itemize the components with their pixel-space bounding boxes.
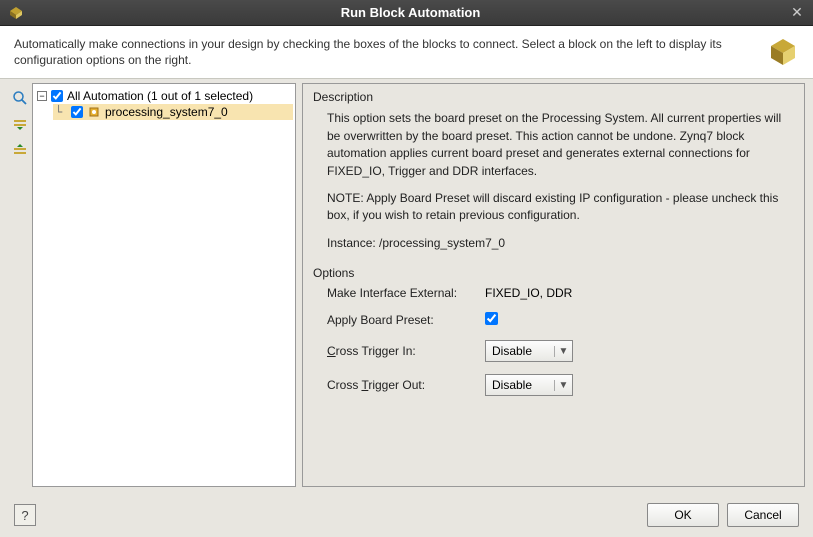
- titlebar-title: Run Block Automation: [32, 5, 789, 20]
- description-title: Description: [313, 90, 794, 104]
- cross-trigger-out-label: Cross Trigger Out:: [327, 378, 477, 392]
- options-grid: Make Interface External: FIXED_IO, DDR A…: [327, 286, 794, 396]
- search-icon[interactable]: [11, 89, 29, 107]
- tree-child-row[interactable]: └ processing_system7_0: [53, 104, 293, 120]
- button-bar: ? OK Cancel: [14, 503, 799, 527]
- ok-button[interactable]: OK: [647, 503, 719, 527]
- cross-trigger-in-dropdown[interactable]: Disable ▼: [485, 340, 573, 362]
- main-area: − All Automation (1 out of 1 selected) └…: [0, 79, 813, 491]
- options-title: Options: [313, 266, 794, 280]
- detail-panel: Description This option sets the board p…: [302, 83, 805, 487]
- chevron-down-icon: ▼: [554, 346, 572, 357]
- dialog-header-text: Automatically make connections in your d…: [14, 36, 755, 68]
- description-para2: NOTE: Apply Board Preset will discard ex…: [327, 190, 794, 225]
- app-icon: [8, 5, 24, 21]
- apply-board-preset-label: Apply Board Preset:: [327, 313, 477, 327]
- collapse-all-icon[interactable]: [11, 141, 29, 159]
- cross-trigger-out-value: Disable: [486, 378, 554, 392]
- automation-tree[interactable]: − All Automation (1 out of 1 selected) └…: [32, 83, 296, 487]
- tree-child-checkbox[interactable]: [71, 106, 83, 118]
- ip-block-icon: [87, 105, 101, 119]
- cross-trigger-out-dropdown[interactable]: Disable ▼: [485, 374, 573, 396]
- description-instance: Instance: /processing_system7_0: [327, 235, 794, 252]
- close-icon[interactable]: ✕: [789, 5, 805, 21]
- product-logo-icon: [767, 36, 799, 68]
- cross-trigger-in-label: Cross Trigger In:: [327, 344, 477, 358]
- tree-root-row[interactable]: − All Automation (1 out of 1 selected): [35, 88, 293, 104]
- tree-root-label: All Automation (1 out of 1 selected): [67, 89, 253, 103]
- tree-toggle-icon[interactable]: −: [37, 91, 47, 101]
- cross-trigger-in-value: Disable: [486, 344, 554, 358]
- help-button[interactable]: ?: [14, 504, 36, 526]
- tree-child-label: processing_system7_0: [105, 105, 228, 119]
- titlebar: Run Block Automation ✕: [0, 0, 813, 26]
- chevron-down-icon: ▼: [554, 380, 572, 391]
- apply-board-preset-checkbox[interactable]: [485, 312, 498, 325]
- side-toolbar: [8, 83, 32, 491]
- make-interface-external-label: Make Interface External:: [327, 286, 477, 300]
- make-interface-external-value: FIXED_IO, DDR: [485, 286, 794, 300]
- cancel-button[interactable]: Cancel: [727, 503, 799, 527]
- tree-connector-icon: └: [55, 105, 69, 119]
- description-body: This option sets the board preset on the…: [327, 110, 794, 252]
- description-para1: This option sets the board preset on the…: [327, 110, 794, 180]
- expand-all-icon[interactable]: [11, 115, 29, 133]
- tree-root-checkbox[interactable]: [51, 90, 63, 102]
- dialog-header: Automatically make connections in your d…: [0, 26, 813, 79]
